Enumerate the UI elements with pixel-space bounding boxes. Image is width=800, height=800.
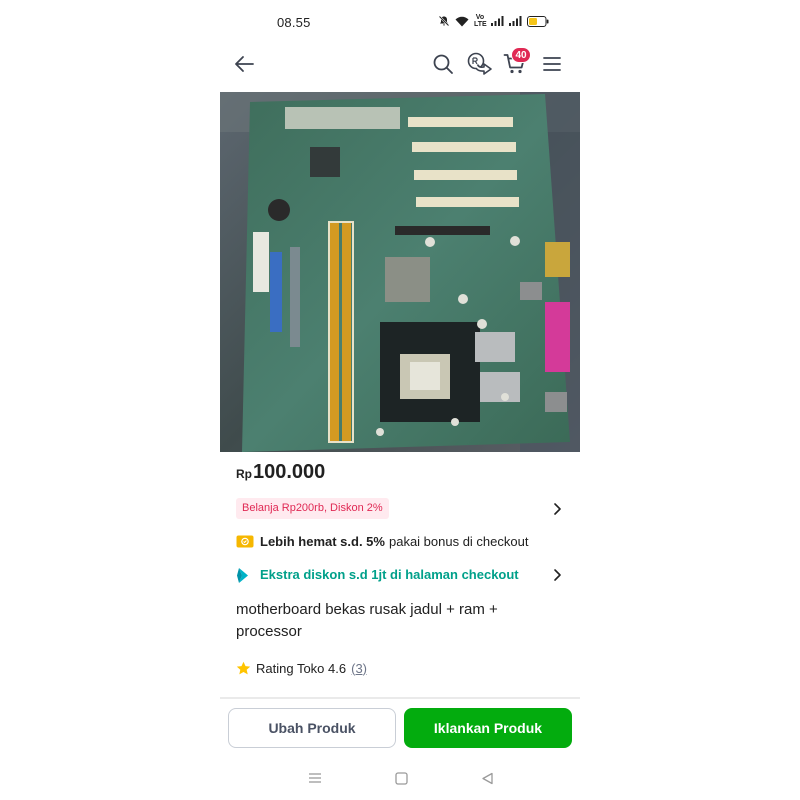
bonus-info: Lebih hemat s.d. 5% pakai bonus di check…: [236, 532, 528, 550]
home-icon: [394, 771, 408, 785]
edit-product-button[interactable]: Ubah Produk: [228, 708, 396, 748]
promo-row[interactable]: Belanja Rp200rb, Diskon 2%: [236, 498, 564, 520]
cart-count-badge: 40: [511, 47, 531, 63]
rating-count-link[interactable]: (3): [351, 661, 367, 676]
plus-logo-icon: [237, 568, 248, 583]
back-arrow-icon: [235, 56, 254, 72]
rating-label: Rating Toko 4.6: [256, 660, 347, 676]
system-back-button[interactable]: [478, 769, 496, 787]
signal-icon-2: [509, 16, 522, 26]
product-image[interactable]: [220, 92, 580, 452]
status-bar: 08.55 Vo LTE: [220, 0, 580, 44]
system-navigation-bar: [220, 766, 580, 790]
bonus-text: pakai bonus di checkout: [388, 533, 529, 549]
search-icon: [433, 54, 453, 74]
menu-icon: [543, 57, 561, 71]
advertise-product-button[interactable]: Iklankan Produk: [404, 708, 572, 748]
home-button[interactable]: [392, 769, 410, 787]
shop-rating: Rating Toko 4.6 (3): [236, 659, 367, 677]
bonus-bold-text: Lebih hemat s.d. 5%: [260, 533, 385, 549]
recents-button[interactable]: [306, 769, 324, 787]
price: Rp 100.000: [236, 461, 325, 484]
signal-icon-1: [491, 16, 504, 26]
phone-screen: 08.55 Vo LTE 40 Rp 100.000 Belanja Rp200…: [220, 0, 580, 800]
star-icon: [236, 661, 251, 674]
price-currency: Rp: [236, 467, 252, 481]
menu-button[interactable]: [539, 51, 565, 77]
wifi-icon: [455, 16, 469, 26]
recents-icon: [309, 773, 321, 783]
battery-icon: [527, 15, 549, 27]
promo-tag: Belanja Rp200rb, Diskon 2%: [236, 498, 389, 519]
extra-discount-row[interactable]: Ekstra diskon s.d 1jt di halaman checkou…: [236, 564, 564, 586]
motherboard-photo: [220, 92, 580, 452]
divider: [220, 697, 580, 699]
coupon-icon: [236, 535, 254, 547]
product-title: motherboard bekas rusak jadul + ram + pr…: [236, 601, 498, 640]
back-button[interactable]: [231, 51, 257, 77]
extra-discount-text: Ekstra diskon s.d 1jt di halaman checkou…: [260, 567, 519, 582]
search-button[interactable]: [430, 51, 456, 77]
back-icon: [481, 772, 493, 784]
chevron-right-icon: [554, 503, 561, 515]
price-value: 100.000: [253, 461, 326, 483]
share-button[interactable]: [467, 51, 493, 77]
share-rp-icon: [467, 52, 492, 75]
chevron-right-icon: [554, 569, 561, 581]
mute-icon: [438, 15, 450, 27]
status-time: 08.55: [277, 15, 311, 30]
top-navigation: 40: [220, 44, 580, 84]
volte-label: Vo LTE: [474, 14, 487, 28]
status-icons: Vo LTE: [438, 13, 549, 29]
